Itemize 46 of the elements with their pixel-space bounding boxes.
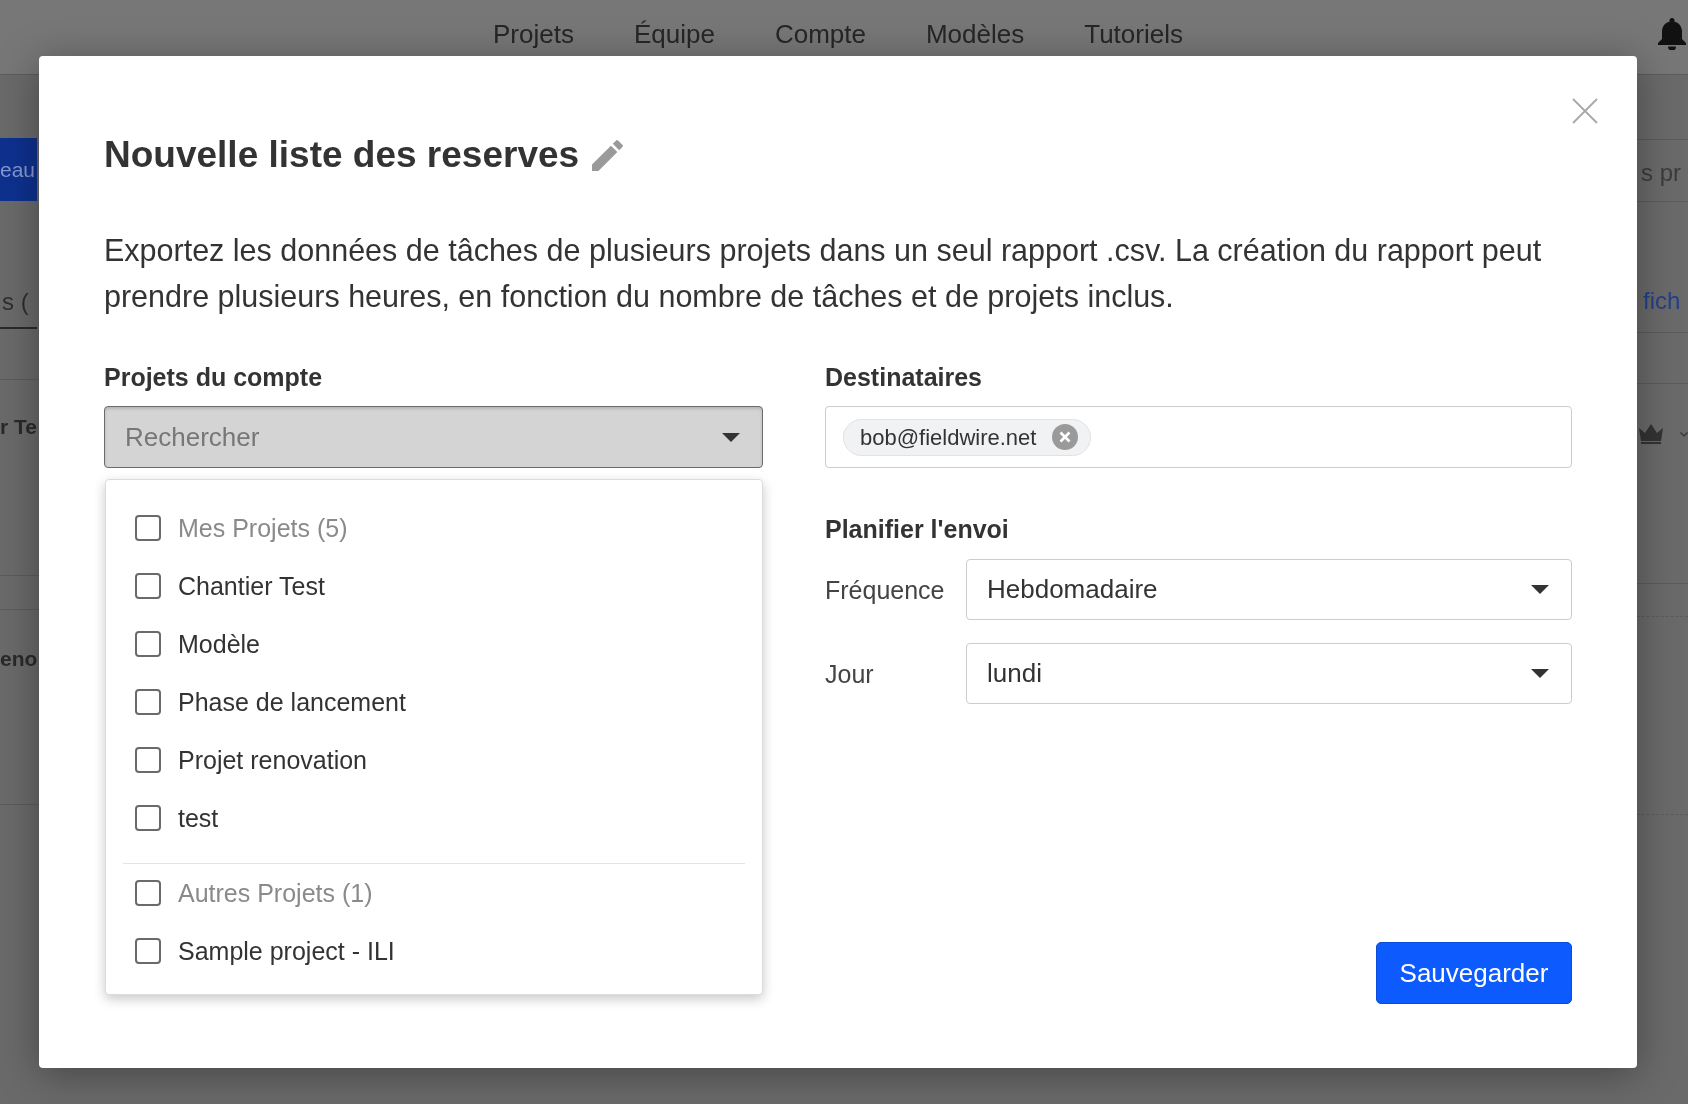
checkbox[interactable] [135,880,161,906]
nav-link[interactable]: Projets [493,19,574,49]
project-label: Projet renovation [178,745,367,775]
select-field[interactable]: lundi [966,643,1572,704]
nav-link[interactable]: Tutoriels [1084,19,1183,49]
checkbox[interactable] [135,938,161,964]
dialog-description: Exportez les données de tâches de plusieurs projets dans un seul rapport .csv. La création du rapport peut prendre plusieurs heures, en fonction du nombre de tâches et de projets inclus. [104,232,1543,316]
save-button[interactable]: Sauvegarder [1376,942,1572,1004]
checkbox[interactable] [135,805,161,831]
checkbox[interactable] [135,573,161,599]
search-select[interactable]: Rechercher [104,406,763,468]
nav-link[interactable]: Équipe [633,19,715,49]
group-label: Mes Projets (5) [178,513,348,543]
project-label: Chantier Test [178,571,325,601]
remove-icon[interactable] [1052,424,1079,450]
checkbox[interactable] [135,515,161,541]
bell-icon[interactable] [1658,18,1686,50]
page-button[interactable]: eau [0,138,37,201]
checkbox[interactable] [135,631,161,657]
field-label: Jour [825,658,875,689]
checkbox[interactable] [135,747,161,773]
project-label: Phase de lancement [178,687,406,717]
crown-icon [1639,424,1663,444]
project-label: test [178,803,219,833]
link[interactable]: fich [1643,286,1681,316]
row-title: r Te [0,414,38,440]
pencil-icon[interactable] [592,139,624,171]
field-label: Projets du compte [104,362,324,392]
field-label: Fréquence [825,574,946,605]
section-heading: Planifier l'envoi [825,514,1010,544]
nav-link[interactable]: Modèles [925,19,1025,49]
recipients-field[interactable]: bob@fieldwire.net [825,406,1572,468]
field-label: Destinataires [825,362,984,392]
group-label: Autres Projets (1) [178,878,373,908]
email-chip[interactable]: bob@fieldwire.net [843,418,1092,456]
caret-down-icon [1531,585,1549,594]
project-label: Modèle [178,629,260,659]
nav-link[interactable]: Compte [774,19,866,49]
dialog-title: Nouvelle liste des reserves [104,133,580,177]
row-title: eno [0,646,39,672]
caret-down-icon [1531,669,1549,678]
tab[interactable]: s ( [0,287,37,329]
caret-down-icon [722,432,740,442]
select-field[interactable]: Hebdomadaire [966,559,1572,620]
project-label: Sample project - ILI [178,936,395,966]
checkbox[interactable] [135,689,161,715]
